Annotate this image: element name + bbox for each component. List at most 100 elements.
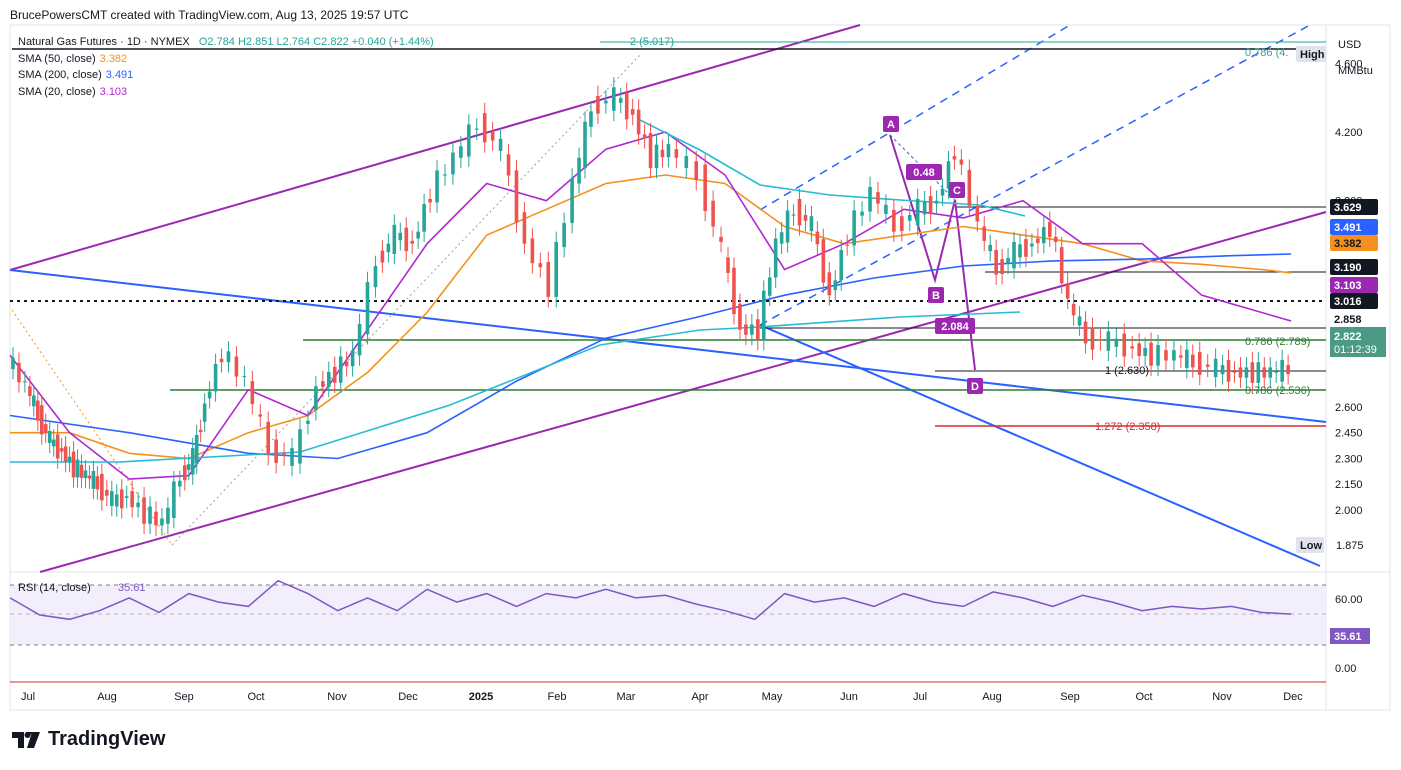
candle-body bbox=[95, 476, 100, 490]
candle-body bbox=[124, 496, 129, 498]
candle-body bbox=[618, 98, 623, 103]
candle-body bbox=[326, 371, 331, 387]
candle-body bbox=[959, 159, 964, 165]
candle-body bbox=[744, 324, 748, 335]
candle-body bbox=[482, 113, 487, 143]
candle-body bbox=[928, 196, 933, 214]
rsi-tick-60: 60.00 bbox=[1335, 594, 1363, 606]
candle-body bbox=[809, 216, 814, 232]
rsi-band bbox=[10, 585, 1326, 645]
candle-body bbox=[982, 226, 987, 241]
candle-body bbox=[1274, 371, 1279, 373]
pattern-label-c: C bbox=[953, 185, 961, 197]
candle-body bbox=[1232, 371, 1237, 373]
sma50-label: SMA (50, close) bbox=[18, 53, 96, 65]
candle-body bbox=[1071, 303, 1076, 316]
candle-body bbox=[435, 170, 439, 203]
legend-sma50: SMA (50, close) 3.382 bbox=[18, 51, 127, 67]
tradingview-logo[interactable]: TradingView bbox=[12, 728, 165, 751]
candle-body bbox=[71, 451, 76, 478]
candle-body bbox=[1172, 350, 1176, 361]
candle-body bbox=[130, 491, 134, 508]
price-tag-3382: 3.382 bbox=[1334, 238, 1362, 250]
candle-body bbox=[514, 170, 519, 223]
candle-body bbox=[75, 459, 80, 478]
candle-body bbox=[1065, 283, 1070, 299]
candle-body bbox=[1190, 354, 1195, 368]
candle-body bbox=[967, 169, 972, 206]
candle-body bbox=[306, 420, 310, 425]
fib-label-1: 1 (2.630) bbox=[1105, 365, 1149, 377]
time-tick-feb: Feb bbox=[548, 691, 567, 703]
candle-body bbox=[940, 188, 945, 196]
candle-body bbox=[1280, 359, 1284, 382]
candle-body bbox=[1030, 243, 1034, 247]
candle-body bbox=[59, 448, 64, 452]
pattern-down-line bbox=[759, 324, 1321, 567]
candle-body bbox=[994, 249, 998, 275]
candle-body bbox=[773, 238, 778, 278]
candle-body bbox=[47, 430, 52, 443]
candle-body bbox=[1098, 339, 1103, 341]
price-tick: 2.000 bbox=[1335, 505, 1363, 517]
candle-body bbox=[87, 475, 92, 479]
candle-body bbox=[654, 144, 659, 169]
low-tag: Low bbox=[1300, 540, 1322, 552]
candle-body bbox=[398, 232, 403, 241]
candle-body bbox=[1197, 351, 1202, 375]
candle-body bbox=[767, 277, 772, 296]
candle-body bbox=[51, 439, 56, 447]
candle-body bbox=[321, 381, 325, 387]
candle-body bbox=[674, 149, 679, 158]
candle-body bbox=[1226, 359, 1231, 382]
candle-body bbox=[344, 361, 349, 367]
candle-body bbox=[178, 480, 182, 487]
candle-body bbox=[583, 121, 587, 169]
candle-body bbox=[630, 109, 635, 115]
candle-body bbox=[266, 421, 271, 456]
sma20-value: 3.103 bbox=[99, 86, 128, 98]
rsi-legend-value: 35.61 bbox=[118, 582, 146, 594]
candle-body bbox=[1130, 346, 1135, 349]
candle-body bbox=[761, 290, 766, 340]
time-tick-aug: Aug bbox=[97, 691, 117, 703]
candle-body bbox=[43, 424, 48, 433]
time-tick-dec: Dec bbox=[1283, 691, 1303, 703]
candle-body bbox=[1006, 258, 1010, 264]
candle-body bbox=[213, 363, 218, 392]
price-tag-2858: 2.858 bbox=[1334, 314, 1362, 326]
candle-body bbox=[915, 199, 920, 226]
candle-body bbox=[562, 223, 566, 248]
candle-body bbox=[100, 473, 104, 501]
candle-body bbox=[589, 111, 593, 127]
chart-canvas[interactable]: 2 (5.017) 0.786 (4. 0.786 (2.789) 1 (2.630)… bbox=[0, 0, 1401, 770]
candle-body bbox=[219, 358, 224, 363]
price-tick: 2.300 bbox=[1335, 453, 1363, 465]
sma20-label: SMA (20, close) bbox=[18, 86, 96, 98]
candle-body bbox=[546, 262, 551, 297]
candle-body bbox=[451, 152, 455, 175]
legend-sma20: SMA (20, close) 3.103 bbox=[18, 84, 127, 100]
price-tick: 2.150 bbox=[1335, 479, 1363, 491]
symbol-name: Natural Gas Futures · 1D · NYMEX bbox=[18, 36, 190, 48]
pattern-ratio-label: 0.48 bbox=[913, 167, 934, 179]
pattern-label-d: D bbox=[971, 381, 979, 393]
candle-body bbox=[756, 319, 760, 340]
candle-body bbox=[1047, 221, 1052, 237]
candle-body bbox=[202, 403, 207, 422]
candle-body bbox=[172, 481, 176, 519]
candle-body bbox=[410, 240, 415, 244]
candle-body bbox=[119, 489, 124, 509]
candle-body bbox=[234, 356, 239, 377]
price-tick: 4.200 bbox=[1335, 127, 1363, 139]
candle-body bbox=[28, 386, 32, 397]
candle-body bbox=[298, 429, 302, 464]
time-tick-mar: Mar bbox=[617, 691, 636, 703]
candle-body bbox=[226, 351, 231, 363]
candles-layer bbox=[11, 77, 1290, 536]
candle-body bbox=[148, 506, 152, 524]
currency-label: USD bbox=[1338, 39, 1361, 51]
price-tag-3190: 3.190 bbox=[1334, 262, 1362, 274]
candle-body bbox=[1053, 236, 1058, 242]
candle-body bbox=[726, 257, 730, 273]
